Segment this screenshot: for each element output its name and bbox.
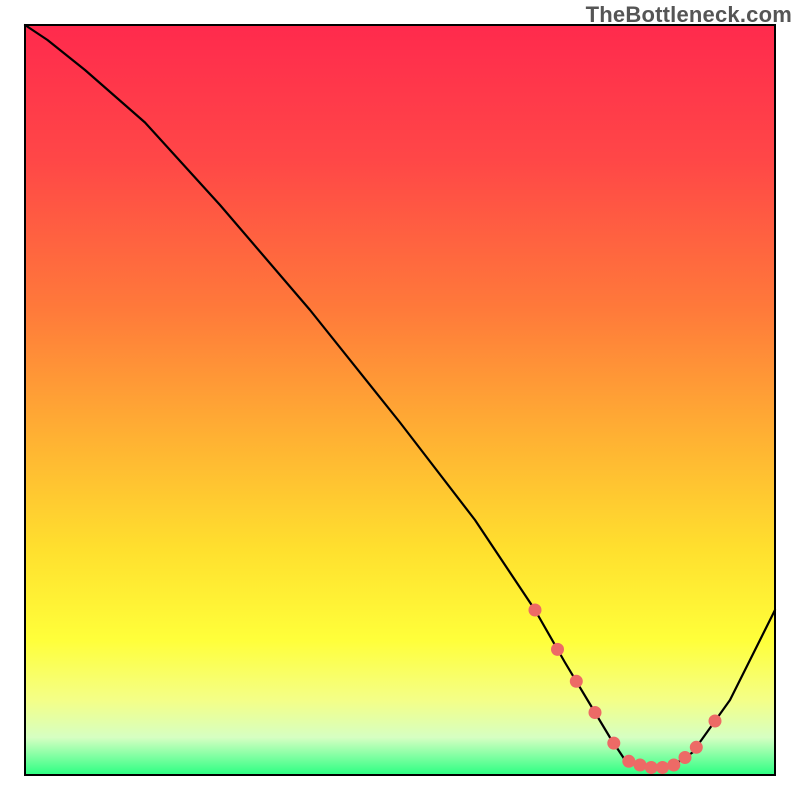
gradient-background — [25, 25, 775, 775]
chart-canvas — [0, 0, 800, 800]
optimal-marker — [690, 741, 702, 753]
optimal-marker — [529, 604, 541, 616]
optimal-marker — [608, 737, 620, 749]
optimal-marker — [589, 707, 601, 719]
optimal-marker — [645, 762, 657, 774]
optimal-marker — [709, 715, 721, 727]
watermark-text: TheBottleneck.com — [586, 2, 792, 28]
optimal-marker — [668, 759, 680, 771]
optimal-marker — [623, 755, 635, 767]
optimal-marker — [634, 759, 646, 771]
optimal-marker — [679, 752, 691, 764]
optimal-marker — [570, 675, 582, 687]
optimal-marker — [657, 762, 669, 774]
optimal-marker — [552, 643, 564, 655]
